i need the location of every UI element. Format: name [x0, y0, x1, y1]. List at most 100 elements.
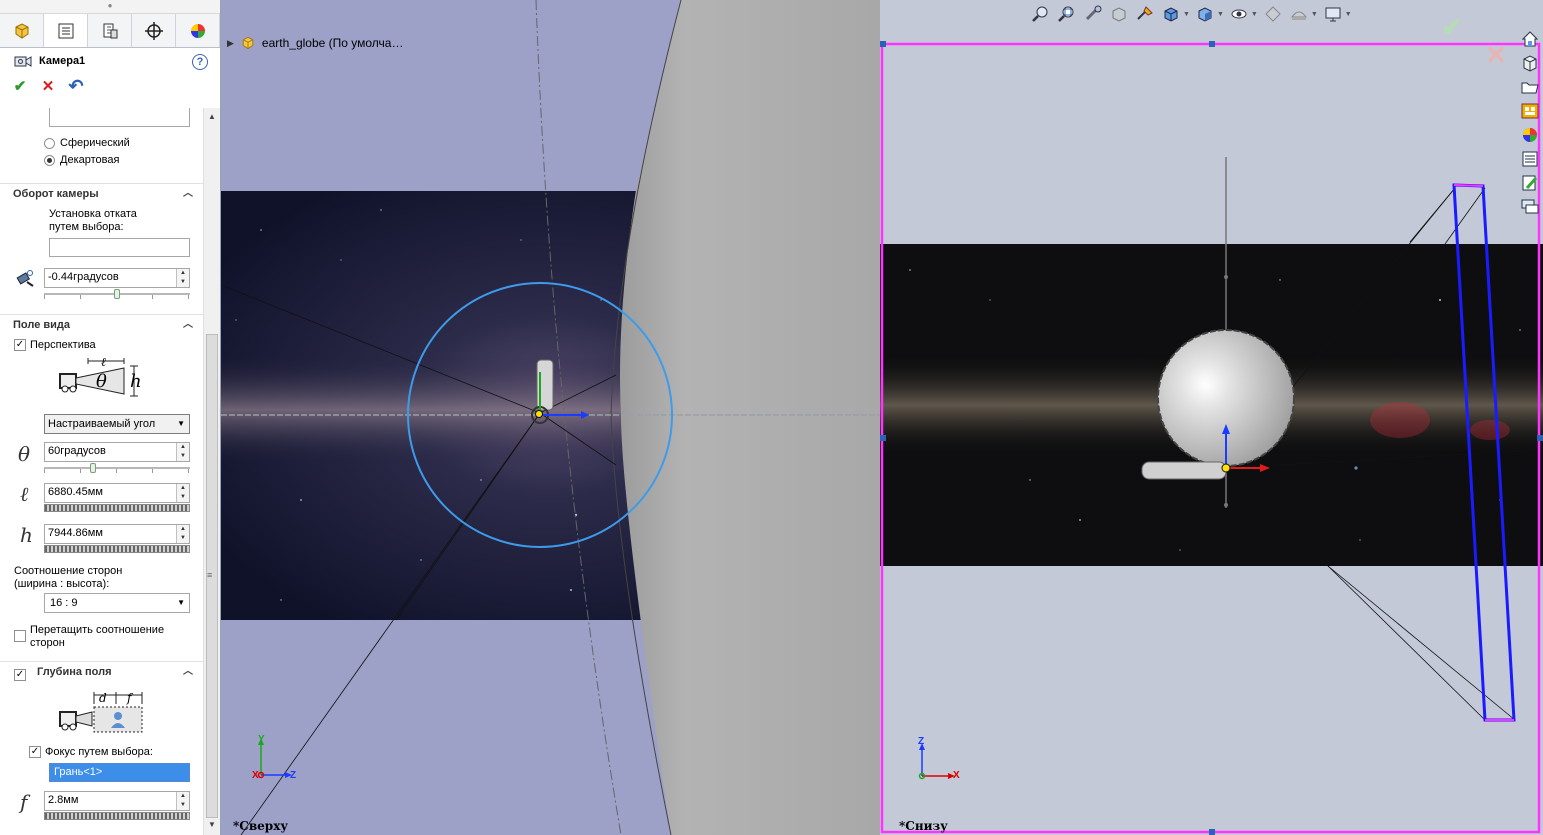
h-thumbwheel[interactable] [44, 545, 190, 553]
tab-feature-manager[interactable] [0, 14, 44, 47]
fov-diagram-h: h [130, 371, 142, 392]
view-palette-icon[interactable] [1518, 100, 1542, 122]
perspective-label: Перспектива [30, 339, 96, 351]
group-depth-of-field[interactable]: Глубина поля ︿ [0, 661, 203, 681]
f-spinbox[interactable]: 2.8мм ▲ ▼ [44, 791, 190, 811]
roll-angle-slider[interactable] [44, 289, 190, 299]
zoom-to-area-icon[interactable] [1056, 3, 1078, 25]
collapse-caret-icon[interactable]: ︿ [183, 315, 193, 335]
task-pane-rail [1518, 28, 1542, 218]
triad-y-label: Y [258, 734, 265, 745]
focus-selection-box[interactable]: Грань<1> [49, 763, 190, 782]
axis-node [1224, 503, 1228, 507]
help-button[interactable]: ? [192, 54, 208, 70]
radio-spherical[interactable] [44, 138, 55, 149]
viewport-bottom[interactable]: Z X *Снизу [880, 0, 1543, 835]
tab-dimxpert-manager[interactable] [132, 14, 176, 47]
chevron-down-icon[interactable]: ▼ [1217, 11, 1224, 18]
fov-diagram-l: ℓ [101, 355, 106, 369]
drag-aspect-label-line2: сторон [30, 637, 65, 649]
tree-item-label: earth_globe (По умолча… [261, 36, 404, 50]
spin-arrows-icon[interactable]: ▲ ▼ [176, 525, 189, 543]
scroll-down-icon[interactable]: ▼ [208, 820, 216, 829]
camera-origin-marker[interactable] [535, 410, 543, 418]
spin-arrows-icon[interactable]: ▲ ▼ [176, 443, 189, 461]
appearances-icon[interactable] [1518, 124, 1542, 146]
property-manager-scrollbar[interactable]: ▲ ≡ ▼ [203, 108, 220, 835]
collapse-caret-icon[interactable]: ︿ [183, 184, 193, 204]
hide-show-items-icon[interactable] [1228, 3, 1250, 25]
part-icon [15, 22, 28, 39]
confirmation-corner-cancel-icon[interactable]: ✕ [1485, 40, 1507, 71]
chevron-down-icon[interactable]: ▼ [1183, 11, 1190, 18]
drag-aspect-checkbox[interactable] [14, 630, 26, 642]
ok-button[interactable]: ✔ [12, 77, 28, 95]
theta-symbol: θ [18, 442, 31, 466]
l-spinbox[interactable]: 6880.45мм ▲ ▼ [44, 483, 190, 503]
roll-selection-box[interactable] [49, 238, 190, 257]
home-icon[interactable] [1518, 28, 1542, 50]
dof-diagram-f: f [127, 691, 132, 705]
collapse-caret-icon[interactable]: ︿ [183, 662, 193, 682]
previous-view-icon[interactable] [1082, 3, 1104, 25]
roll-instruction-line2: путем выбора: [49, 221, 124, 233]
undo-button[interactable]: ↶ [68, 76, 84, 97]
camera-body[interactable] [1141, 461, 1227, 480]
fov-mode-dropdown[interactable]: Настраиваемый угол ▼ [44, 414, 190, 434]
spin-arrows-icon[interactable]: ▲ ▼ [176, 484, 189, 502]
feature-tree-flyout[interactable]: ▶ earth_globe (По умолча… [227, 35, 403, 51]
dynamic-annotation-icon[interactable] [1134, 3, 1156, 25]
theta-value: 60градусов [48, 445, 106, 457]
configuration-icon [103, 23, 117, 38]
spin-arrows-icon[interactable]: ▲ ▼ [176, 792, 189, 810]
tab-property-manager[interactable] [44, 14, 88, 47]
design-library-icon[interactable] [1518, 52, 1542, 74]
chevron-down-icon[interactable]: ▼ [1311, 11, 1318, 18]
edit-appearance-icon[interactable] [1262, 3, 1284, 25]
crosshair-icon [144, 21, 163, 40]
group-camera-roll[interactable]: Оборот камеры ︿ [0, 183, 203, 203]
roll-angle-spinbox[interactable]: -0.44градусов ▲ ▼ [44, 268, 190, 288]
radio-cartesian-label: Декартовая [60, 154, 120, 166]
comments-icon[interactable] [1518, 196, 1542, 218]
display-style-icon[interactable] [1194, 3, 1216, 25]
aspect-ratio-dropdown[interactable]: 16 : 9 ▼ [44, 593, 190, 613]
f-thumbwheel[interactable] [44, 812, 190, 820]
custom-properties-icon[interactable] [1518, 148, 1542, 170]
chevron-down-icon[interactable]: ▼ [1345, 11, 1352, 18]
slider-knob[interactable] [90, 463, 96, 473]
perspective-checkbox[interactable]: ✓ [14, 339, 26, 351]
scroll-up-icon[interactable]: ▲ [208, 112, 216, 121]
view-orientation-icon[interactable] [1160, 3, 1182, 25]
section-view-icon[interactable] [1108, 3, 1130, 25]
action-buttons: ✔ ✕ ↶ [0, 74, 220, 98]
theta-spinbox[interactable]: 60градусов ▲ ▼ [44, 442, 190, 462]
forum-icon[interactable] [1518, 172, 1542, 194]
apply-scene-icon[interactable] [1288, 3, 1310, 25]
tab-configuration-manager[interactable] [88, 14, 132, 47]
focus-by-selection-checkbox[interactable]: ✓ [29, 746, 41, 758]
heads-up-view-toolbar: ▼ ▼ ▼ ▼ ▼ [1030, 2, 1352, 26]
l-thumbwheel[interactable] [44, 504, 190, 512]
tab-display-manager[interactable] [176, 14, 220, 47]
target-selection-box[interactable] [49, 108, 190, 127]
focus-plane-edge [1453, 184, 1484, 187]
confirmation-corner-ok-icon[interactable]: ✔ [1441, 12, 1463, 43]
zoom-to-fit-icon[interactable] [1030, 3, 1052, 25]
depth-of-field-checkbox[interactable]: ✓ [14, 669, 26, 681]
panel-grip[interactable]: ● [0, 0, 220, 14]
view-settings-icon[interactable] [1322, 3, 1344, 25]
chevron-down-icon[interactable]: ▼ [1251, 11, 1258, 18]
theta-slider[interactable] [44, 463, 190, 473]
property-manager-body: Сферический Декартовая Оборот камеры ︿ У… [0, 108, 203, 835]
spin-arrows-icon[interactable]: ▲ ▼ [176, 269, 189, 287]
file-explorer-icon[interactable] [1518, 76, 1542, 98]
group-field-of-view[interactable]: Поле вида ︿ [0, 314, 203, 334]
camera-origin-marker[interactable] [1221, 463, 1231, 473]
slider-knob[interactable] [114, 289, 120, 299]
expand-arrow-icon[interactable]: ▶ [227, 38, 234, 49]
radio-cartesian[interactable] [44, 155, 55, 166]
h-spinbox[interactable]: 7944.86мм ▲ ▼ [44, 524, 190, 544]
viewport-top[interactable]: ▶ earth_globe (По умолча… Y Z X *Сверху [221, 0, 880, 835]
cancel-button[interactable]: ✕ [40, 77, 56, 95]
